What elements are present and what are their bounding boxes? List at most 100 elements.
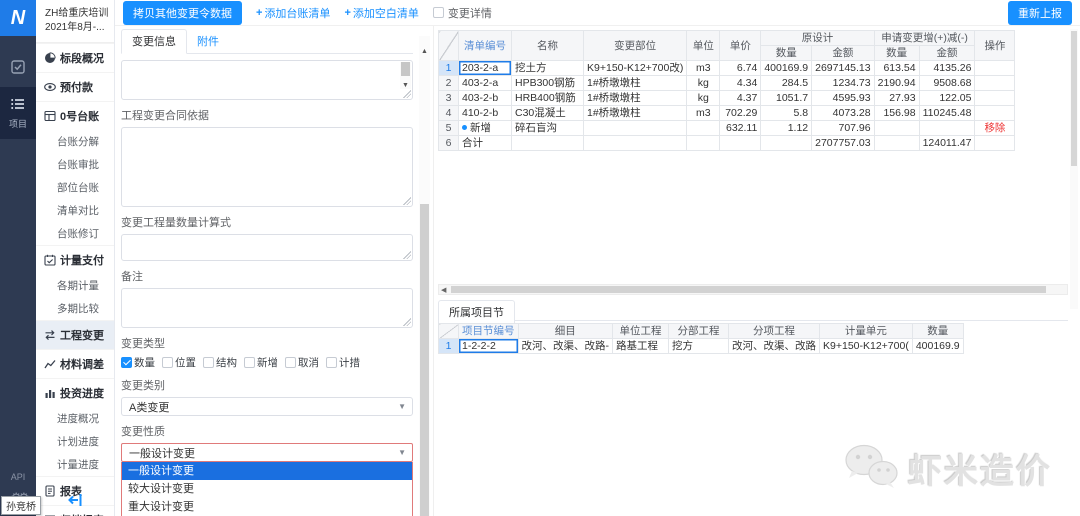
checkbox-位置[interactable]: 位置 <box>162 355 196 370</box>
table-cell[interactable]: 1.12 <box>760 120 813 136</box>
change-detail-checkbox[interactable]: 变更详情 <box>432 5 492 21</box>
col-header-name[interactable]: 名称 <box>511 30 584 61</box>
col-header-unit-price[interactable]: 单价 <box>719 30 762 61</box>
col-header-change-part[interactable]: 变更部位 <box>582 30 688 61</box>
table-cell[interactable]: 27.93 <box>873 90 920 106</box>
table-cell[interactable] <box>582 135 688 151</box>
table-cell[interactable]: HPB300钢筋 <box>511 75 584 91</box>
project-title[interactable]: ZH给重庆培训 2021年8月-... <box>36 0 114 43</box>
table-cell[interactable]: 284.5 <box>760 75 813 91</box>
sidebar-item-0号台账[interactable]: 0号台账 <box>36 101 114 130</box>
table-cell[interactable]: 403-2-b <box>458 90 512 106</box>
sidebar-item-预付款[interactable]: 预付款 <box>36 72 114 101</box>
remove-link[interactable]: 移除 <box>974 120 1016 136</box>
table-cell[interactable]: 9508.68 <box>918 75 976 91</box>
table-cell[interactable]: 改河、改渠、改路- <box>517 338 613 354</box>
col-header-unit[interactable]: 单位 <box>686 30 721 61</box>
row-number[interactable]: 1 <box>438 338 459 354</box>
table-cell[interactable]: 707.96 <box>811 120 875 136</box>
table-horizontal-scrollbar[interactable]: ◀ <box>438 284 1068 295</box>
table-cell[interactable]: 403-2-a <box>458 75 512 91</box>
table-cell[interactable]: 702.29 <box>719 105 762 121</box>
table-cell[interactable]: 4595.93 <box>811 90 875 106</box>
sidebar-item-投资进度[interactable]: 投资进度 <box>36 378 114 407</box>
table-cell[interactable]: 2707757.03 <box>811 135 875 151</box>
scrollbar-thumb[interactable] <box>451 286 1046 293</box>
dropdown-option-一般设计变更[interactable]: 一般设计变更 <box>122 462 412 480</box>
table-cell[interactable]: 1234.73 <box>811 75 875 91</box>
table-cell[interactable]: 新增 <box>458 120 512 136</box>
col-header-计量单元[interactable]: 计量单元 <box>819 323 913 339</box>
resubmit-button[interactable]: 重新上报 <box>1008 0 1072 25</box>
table-cell[interactable]: 410-2-b <box>458 105 512 121</box>
table-cell[interactable]: m3 <box>686 105 721 121</box>
col-header-orig-qty[interactable]: 数量 <box>760 45 813 61</box>
resize-grip-icon[interactable] <box>403 90 411 98</box>
resize-grip-icon[interactable] <box>403 197 411 205</box>
sidebar-item-材料调差[interactable]: 材料调差 <box>36 349 114 378</box>
table-cell[interactable] <box>760 135 813 151</box>
col-header-单位工程[interactable]: 单位工程 <box>612 323 669 339</box>
table-cell[interactable] <box>974 105 1016 121</box>
row-number[interactable]: 2 <box>438 75 459 91</box>
scroll-down-icon[interactable]: ▼ <box>400 82 411 89</box>
change-info-textarea[interactable]: ▼ <box>121 60 413 100</box>
checkbox-新增[interactable]: 新增 <box>244 355 278 370</box>
table-cell[interactable]: C30混凝土 <box>511 105 584 121</box>
table-cell[interactable]: 4135.26 <box>918 60 976 76</box>
table-cell[interactable]: 1#桥墩墩柱 <box>582 90 688 106</box>
exit-icon[interactable] <box>67 493 83 510</box>
add-blank-list-button[interactable]: + 添加空白清单 <box>344 5 418 21</box>
table-cell[interactable]: m3 <box>686 60 721 76</box>
change-category-select[interactable]: A类变更 ▼ <box>121 397 413 416</box>
row-number[interactable]: 3 <box>438 90 459 106</box>
textarea-scrollbar[interactable]: ▼ <box>400 62 411 89</box>
tab-attachments[interactable]: 附件 <box>187 30 229 53</box>
sidebar-item-进度概况[interactable]: 进度概况 <box>36 407 114 430</box>
checkbox-取消[interactable]: 取消 <box>285 355 319 370</box>
remark-textarea[interactable] <box>121 288 413 328</box>
table-cell[interactable]: 124011.47 <box>918 135 976 151</box>
col-header-req-amount[interactable]: 金额 <box>918 45 976 61</box>
table-cell[interactable]: kg <box>686 75 721 91</box>
table-cell[interactable]: 1-2-2-2 <box>458 338 519 354</box>
col-header-orig-amount[interactable]: 金额 <box>811 45 875 61</box>
form-scrollbar[interactable]: ▲ <box>419 36 430 516</box>
scroll-up-icon[interactable]: ▲ <box>419 48 430 55</box>
scrollbar-thumb[interactable] <box>420 204 429 516</box>
rail-item-tasks[interactable] <box>0 50 36 87</box>
table-cell[interactable]: 挖土方 <box>511 60 584 76</box>
change-nature-select[interactable]: 一般设计变更 ▼ <box>121 443 413 462</box>
table-cell[interactable] <box>686 135 721 151</box>
sidebar-item-各期计量[interactable]: 各期计量 <box>36 274 114 297</box>
quantity-formula-textarea[interactable] <box>121 234 413 261</box>
table-cell[interactable]: 2697145.13 <box>811 60 875 76</box>
table-cell[interactable]: 122.05 <box>918 90 976 106</box>
sidebar-item-台账审批[interactable]: 台账审批 <box>36 153 114 176</box>
row-number[interactable]: 6 <box>438 135 459 151</box>
dropdown-option-重大设计变更[interactable]: 重大设计变更 <box>122 498 412 516</box>
table-cell[interactable]: 1#桥墩墩柱 <box>582 105 688 121</box>
table-cell[interactable]: 156.98 <box>873 105 920 121</box>
col-header-分项工程[interactable]: 分项工程 <box>728 323 820 339</box>
table-cell[interactable] <box>974 60 1016 76</box>
col-header-list-no[interactable]: 清单编号 <box>458 30 512 61</box>
table-cell[interactable]: 路基工程 <box>612 338 669 354</box>
scroll-left-icon[interactable]: ◀ <box>441 286 446 294</box>
resize-grip-icon[interactable] <box>403 251 411 259</box>
app-logo[interactable]: N <box>0 0 36 36</box>
table-cell[interactable]: 110245.48 <box>918 105 976 121</box>
table-cell[interactable]: kg <box>686 90 721 106</box>
checkbox-结构[interactable]: 结构 <box>203 355 237 370</box>
col-header-数量[interactable]: 数量 <box>911 323 964 339</box>
table-cell[interactable] <box>873 135 920 151</box>
table-cell[interactable]: 挖方 <box>668 338 729 354</box>
table-cell[interactable]: 4073.28 <box>811 105 875 121</box>
table-cell[interactable] <box>719 135 762 151</box>
table-cell[interactable]: 碎石盲沟 <box>511 120 584 136</box>
col-header-细目[interactable]: 细目 <box>517 323 613 339</box>
table-cell[interactable]: K9+150-K12+700改) <box>582 60 688 76</box>
sidebar-item-部位台账[interactable]: 部位台账 <box>36 176 114 199</box>
table-cell[interactable]: 632.11 <box>719 120 762 136</box>
table-cell[interactable]: 4.37 <box>719 90 762 106</box>
